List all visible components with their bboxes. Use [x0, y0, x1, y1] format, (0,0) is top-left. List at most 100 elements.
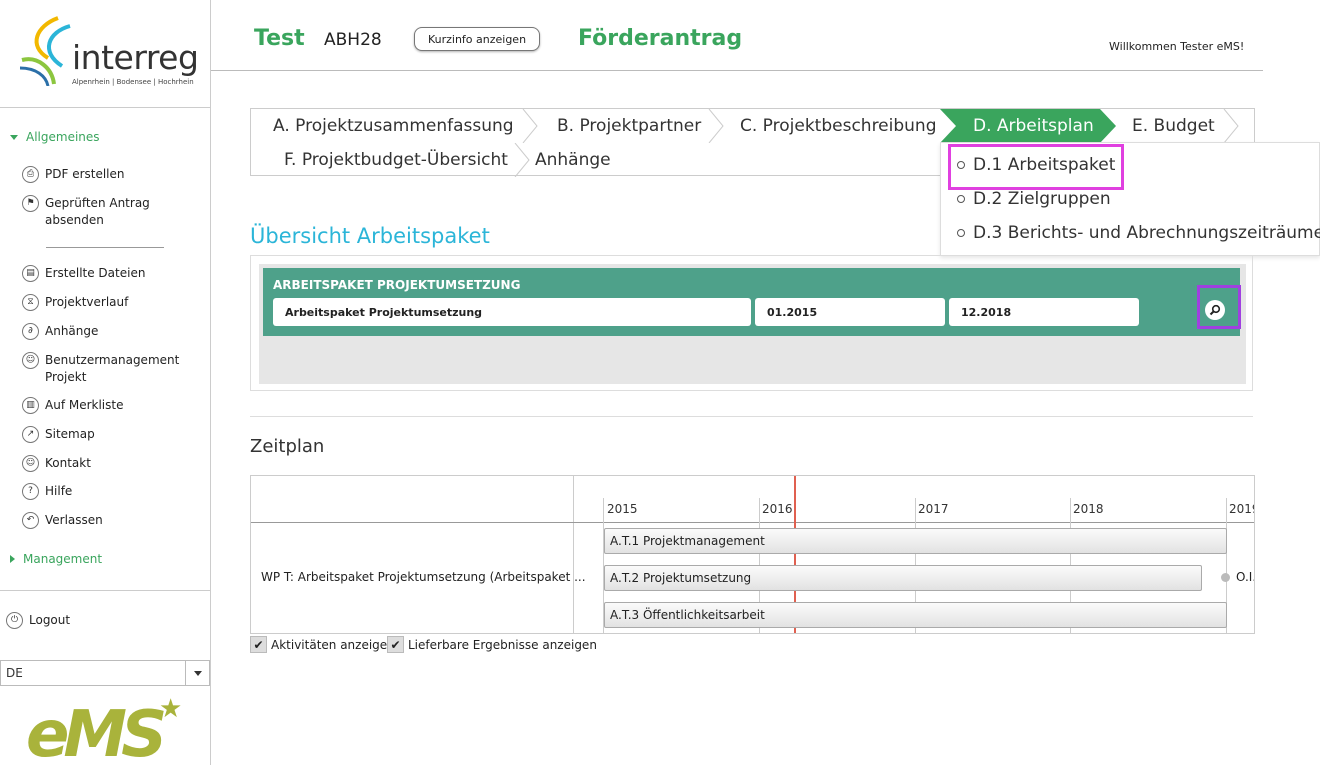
printer-icon: ⎙ — [22, 166, 39, 183]
sidebar-section-general[interactable]: Allgemeines — [10, 130, 100, 144]
overview-title: Übersicht Arbeitspaket — [250, 224, 490, 248]
tab-budget[interactable]: E. Budget — [1132, 109, 1215, 143]
tab-separator — [708, 109, 724, 143]
logout-label: Logout — [29, 613, 71, 627]
gantt-activity-bar[interactable]: A.T.1 Projektmanagement — [604, 528, 1227, 554]
gantt-year-label: 2016 — [762, 502, 793, 516]
gantt-workpackage-label: WP T: Arbeitspaket Projektumsetzung (Arb… — [261, 570, 586, 584]
workpackage-row: ARBEITSPAKET PROJEKTUMSETZUNG Arbeitspak… — [263, 268, 1240, 336]
sidebar-item-history[interactable]: ⧖ Projektverlauf — [22, 294, 128, 311]
gantt-activity-bar[interactable]: A.T.3 Öffentlichkeitsarbeit — [604, 602, 1227, 628]
highlight-box — [948, 144, 1124, 190]
sidebar-item-label: Sitemap — [45, 427, 95, 441]
sidebar-item-label: Auf Merkliste — [45, 398, 124, 412]
sidebar-section-label: Management — [23, 552, 103, 566]
logout-button[interactable]: ⏻ Logout — [6, 612, 70, 629]
tab-projektzusammenfassung[interactable]: A. Projektzusammenfassung — [273, 109, 514, 143]
workpackage-panel: ARBEITSPAKET PROJEKTUMSETZUNG Arbeitspak… — [250, 255, 1253, 391]
workpackage-end-field: 12.2018 — [949, 298, 1139, 326]
language-select[interactable]: DE — [0, 660, 210, 686]
header-divider — [211, 70, 1263, 71]
workpackage-panel-inner: ARBEITSPAKET PROJEKTUMSETZUNG Arbeitspak… — [259, 264, 1246, 384]
milestone-label: O.I.T — [1236, 570, 1254, 584]
sidebar-item-pdf[interactable]: ⎙ PDF erstellen — [22, 166, 125, 183]
sidebar-section-label: Allgemeines — [26, 130, 100, 144]
interreg-logo[interactable]: interreg Alpenrhein | Bodensee | Hochrhe… — [14, 14, 199, 92]
tab-projektbudget-uebersicht[interactable]: F. Projektbudget-Übersicht — [284, 143, 508, 177]
kurzinfo-button[interactable]: Kurzinfo anzeigen — [414, 27, 540, 51]
checkbox-activities[interactable]: ✔ Aktivitäten anzeigen — [250, 636, 395, 653]
dropdown-item-d2[interactable]: D.2 Zielgruppen — [957, 189, 1111, 209]
sidebar-item-help[interactable]: ? Hilfe — [22, 483, 72, 500]
tab-projektbeschreibung[interactable]: C. Projektbeschreibung — [740, 109, 937, 143]
exit-icon: ↶ — [22, 512, 39, 529]
tab-label: B. Projektpartner — [557, 116, 702, 136]
gantt-header-line — [251, 522, 1254, 523]
sidebar-item-exit[interactable]: ↶ Verlassen — [22, 512, 103, 529]
tab-label: D. Arbeitsplan — [973, 116, 1094, 136]
dropdown-item-label: D.2 Zielgruppen — [973, 189, 1111, 209]
tab-separator — [522, 109, 538, 143]
tab-label: E. Budget — [1132, 116, 1215, 136]
milestone-dot-icon[interactable] — [1221, 573, 1230, 582]
dropdown-item-label: D.3 Berichts- und Abrechnungszeiträume — [973, 223, 1320, 243]
sidebar-item-attachments[interactable]: ∂ Anhänge — [22, 323, 98, 340]
sidebar-item-bookmark[interactable]: ▥ Auf Merkliste — [22, 397, 123, 414]
user-management-icon: ☺ — [22, 352, 39, 369]
sidebar-item-label: Geprüften Antrag absenden — [45, 196, 150, 227]
flag-icon: ⚑ — [22, 195, 39, 212]
sidebar-section-management[interactable]: Management — [10, 552, 102, 566]
star-icon: ★ — [159, 694, 183, 724]
sidebar-item-label: PDF erstellen — [45, 167, 125, 181]
sidebar-item-label: Erstellte Dateien — [45, 266, 146, 280]
bullet-icon — [957, 229, 965, 237]
sidebar-item-sitemap[interactable]: ↗ Sitemap — [22, 426, 95, 443]
history-icon: ⧖ — [22, 294, 39, 311]
workpackage-heading: ARBEITSPAKET PROJEKTUMSETZUNG — [273, 278, 521, 292]
project-acronym: Test — [254, 26, 305, 51]
checkbox-label: Lieferbare Ergebnisse anzeigen — [408, 637, 597, 652]
sidebar-item-user-management[interactable]: ☺ Benutzermanagement Projekt — [22, 352, 182, 386]
tab-separator — [514, 143, 530, 177]
checkmark-icon: ✔ — [250, 636, 267, 653]
gantt-chart: 2015 2016 2017 2018 2019 WP T: Arbeitspa… — [250, 475, 1255, 634]
tab-label: A. Projektzusammenfassung — [273, 116, 514, 136]
dropdown-item-d3[interactable]: D.3 Berichts- und Abrechnungszeiträume — [957, 223, 1320, 243]
sidebar-item-label: Anhänge — [45, 324, 99, 338]
gantt-activity-bar[interactable]: A.T.2 Projektumsetzung — [604, 565, 1202, 591]
gantt-year-label: 2015 — [607, 502, 638, 516]
checkmark-icon: ✔ — [387, 636, 404, 653]
gantt-year-label: 2017 — [918, 502, 949, 516]
tab-projektpartner[interactable]: B. Projektpartner — [557, 109, 701, 143]
sidebar-item-contact[interactable]: ☺ Kontakt — [22, 455, 91, 472]
tab-label: Anhänge — [535, 150, 611, 170]
highlight-box — [1197, 285, 1241, 329]
help-icon: ? — [22, 483, 39, 500]
gantt-year-label: 2018 — [1073, 502, 1104, 516]
language-value: DE — [6, 666, 23, 680]
chevron-down-icon — [10, 134, 18, 140]
checkbox-label: Aktivitäten anzeigen — [271, 637, 395, 652]
tab-label: C. Projektbeschreibung — [740, 116, 937, 136]
files-icon: ▤ — [22, 265, 39, 282]
sidebar-item-label: Hilfe — [45, 484, 73, 498]
sidebar-divider — [0, 590, 210, 591]
sidebar-item-label: Verlassen — [45, 513, 103, 527]
tab-arbeitsplan[interactable]: D. Arbeitsplan — [940, 109, 1100, 143]
section-divider — [250, 416, 1253, 417]
attachment-icon: ∂ — [22, 323, 39, 340]
sitemap-icon: ↗ — [22, 426, 39, 443]
workpackage-start-field: 01.2015 — [755, 298, 945, 326]
sidebar: interreg Alpenrhein | Bodensee | Hochrhe… — [0, 0, 211, 772]
ems-logo: eMS — [26, 698, 167, 772]
sidebar-item-submit[interactable]: ⚑ Geprüften Antrag absenden — [22, 195, 172, 229]
sidebar-separator — [46, 247, 164, 248]
tab-anhaenge[interactable]: Anhänge — [535, 143, 611, 177]
logo-text: interreg — [72, 38, 199, 77]
sidebar-item-label: Benutzermanagement Projekt — [45, 353, 180, 384]
tab-separator — [940, 109, 956, 143]
sidebar-item-files[interactable]: ▤ Erstellte Dateien — [22, 265, 145, 282]
tab-label: F. Projektbudget-Übersicht — [284, 150, 508, 170]
sidebar-item-label: Kontakt — [45, 456, 91, 470]
checkbox-deliverables[interactable]: ✔ Lieferbare Ergebnisse anzeigen — [387, 636, 597, 653]
